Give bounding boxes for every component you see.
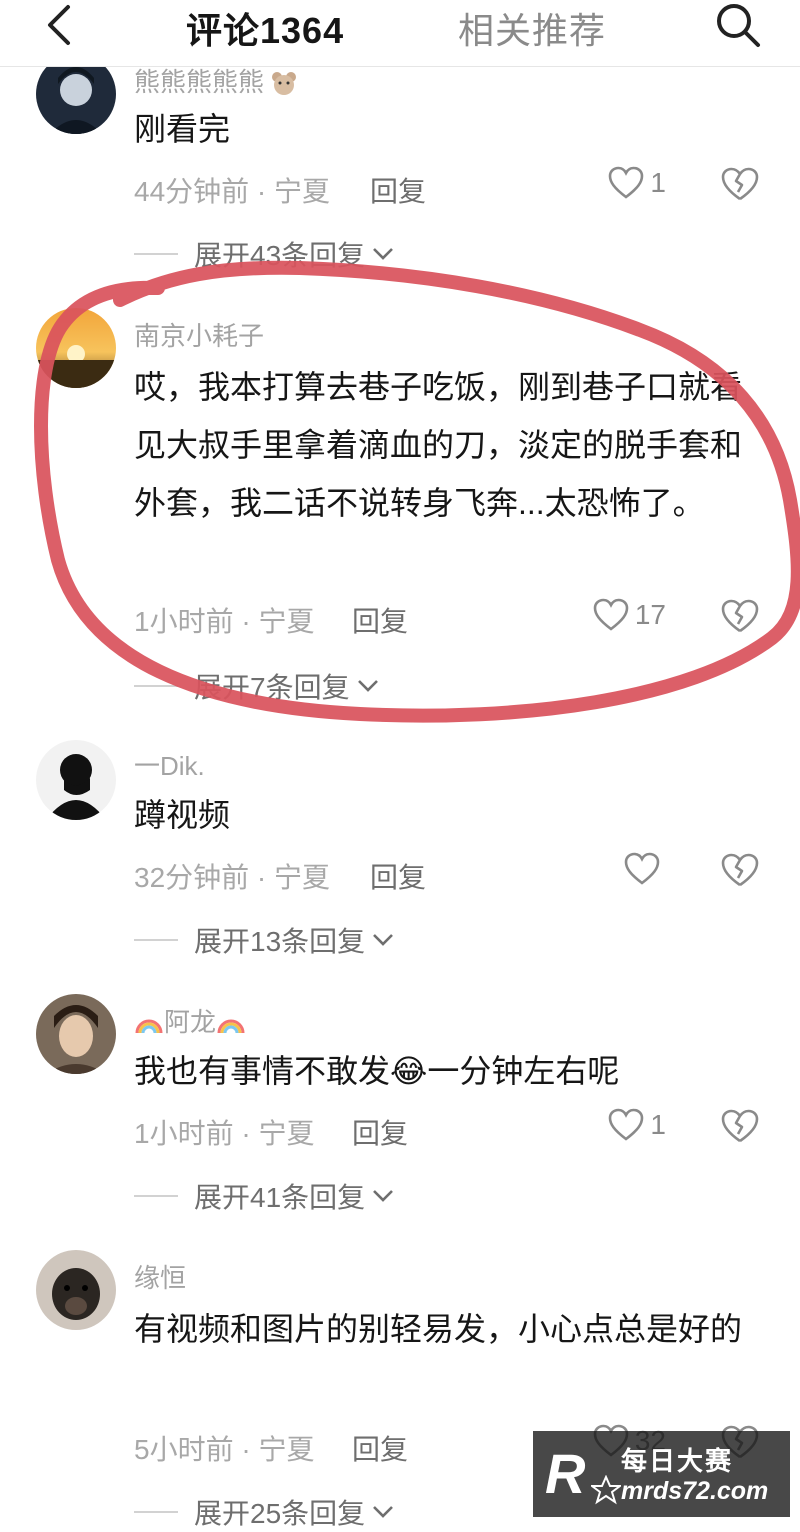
comment-text: 蹲视频 bbox=[134, 797, 231, 833]
like-button[interactable]: 1 bbox=[608, 1108, 666, 1142]
expand-replies-button[interactable]: 展开41条回复 bbox=[134, 1176, 395, 1216]
broken-heart-icon bbox=[721, 853, 759, 887]
chevron-down-icon bbox=[373, 1506, 394, 1518]
reply-button[interactable]: 回复 bbox=[352, 1112, 408, 1152]
red-annotation-circle bbox=[34, 260, 800, 723]
comment-text: 刚看完 bbox=[134, 111, 231, 147]
dislike-button[interactable] bbox=[720, 166, 760, 202]
like-button[interactable]: 17 bbox=[593, 598, 666, 632]
comment-time-location: 1小时前 · 宁夏 bbox=[134, 1118, 315, 1149]
heart-icon bbox=[609, 1108, 644, 1141]
site-watermark: R 每日大赛 mrds72.com bbox=[533, 1431, 790, 1517]
top-nav-bar: 评论1364 相关推荐 bbox=[0, 0, 800, 67]
divider bbox=[134, 253, 178, 255]
like-count: 1 bbox=[650, 167, 666, 198]
avatar[interactable] bbox=[36, 740, 116, 820]
reply-button[interactable]: 回复 bbox=[370, 170, 426, 210]
dislike-button[interactable] bbox=[720, 852, 760, 888]
dislike-button[interactable] bbox=[720, 1108, 760, 1144]
reply-button[interactable]: 回复 bbox=[352, 600, 408, 640]
bear-emoji-icon bbox=[272, 72, 297, 95]
broken-heart-icon bbox=[721, 599, 759, 633]
divider bbox=[134, 939, 178, 941]
back-button[interactable] bbox=[34, 0, 84, 50]
rainbow-emoji-icon bbox=[217, 1019, 245, 1034]
comment-text: 有视频和图片的别轻易发，小心点总是好的 bbox=[134, 1311, 743, 1347]
comment-username[interactable]: 阿龙 bbox=[134, 1002, 246, 1039]
tab-comments[interactable]: 评论1364 bbox=[186, 2, 344, 54]
comment-username[interactable]: 熊熊熊熊熊 bbox=[134, 62, 297, 99]
watermark-url: mrds72.com bbox=[621, 1477, 769, 1505]
comment-username[interactable]: 一Dik. bbox=[134, 746, 205, 783]
reply-button[interactable]: 回复 bbox=[352, 1428, 408, 1468]
avatar[interactable] bbox=[36, 308, 116, 388]
like-button[interactable] bbox=[624, 852, 666, 886]
comment-username[interactable]: 南京小耗子 bbox=[134, 316, 264, 353]
avatar[interactable] bbox=[36, 994, 116, 1074]
chevron-left-icon bbox=[48, 5, 70, 45]
like-button[interactable]: 1 bbox=[608, 166, 666, 200]
comment-time-location: 5小时前 · 宁夏 bbox=[134, 1434, 315, 1465]
chevron-down-icon bbox=[373, 934, 394, 946]
reply-button[interactable]: 回复 bbox=[370, 856, 426, 896]
expand-replies-button[interactable]: 展开43条回复 bbox=[134, 234, 395, 274]
dislike-button[interactable] bbox=[720, 598, 760, 634]
like-count: 17 bbox=[634, 599, 666, 630]
comment-text: 哎，我本打算去巷子吃饭，刚到巷子口就看见大叔手里拿着滴血的刀，淡定的脱手套和外套… bbox=[134, 369, 743, 521]
broken-heart-icon bbox=[721, 167, 759, 201]
divider bbox=[134, 1195, 178, 1197]
expand-replies-button[interactable]: 展开7条回复 bbox=[134, 666, 380, 706]
avatar[interactable] bbox=[36, 1250, 116, 1330]
comment-username[interactable]: 缘恒 bbox=[134, 1258, 186, 1295]
broken-heart-icon bbox=[721, 1109, 759, 1143]
divider bbox=[134, 685, 178, 687]
watermark-title: 每日大赛 bbox=[621, 1446, 734, 1476]
chevron-down-icon bbox=[373, 1190, 394, 1202]
heart-icon bbox=[593, 598, 629, 631]
like-count: 1 bbox=[650, 1109, 666, 1140]
chevron-down-icon bbox=[357, 680, 378, 692]
star-icon bbox=[591, 1475, 621, 1505]
comment-text: 我也有事情不敢发😂一分钟左右呢 bbox=[134, 1053, 620, 1089]
divider bbox=[134, 1511, 178, 1513]
rainbow-emoji-icon bbox=[135, 1019, 163, 1034]
comment-time-location: 1小时前 · 宁夏 bbox=[134, 606, 315, 637]
search-button[interactable] bbox=[710, 0, 766, 50]
chevron-down-icon bbox=[373, 248, 394, 260]
expand-replies-button[interactable]: 展开25条回复 bbox=[134, 1492, 395, 1532]
comment-time-location: 32分钟前 · 宁夏 bbox=[134, 862, 331, 893]
comment-time-location: 44分钟前 · 宁夏 bbox=[134, 176, 331, 207]
heart-icon bbox=[624, 852, 660, 885]
search-icon bbox=[717, 4, 760, 47]
tab-related-recommendations[interactable]: 相关推荐 bbox=[458, 2, 606, 54]
heart-icon bbox=[609, 166, 644, 199]
expand-replies-button[interactable]: 展开13条回复 bbox=[134, 920, 395, 960]
